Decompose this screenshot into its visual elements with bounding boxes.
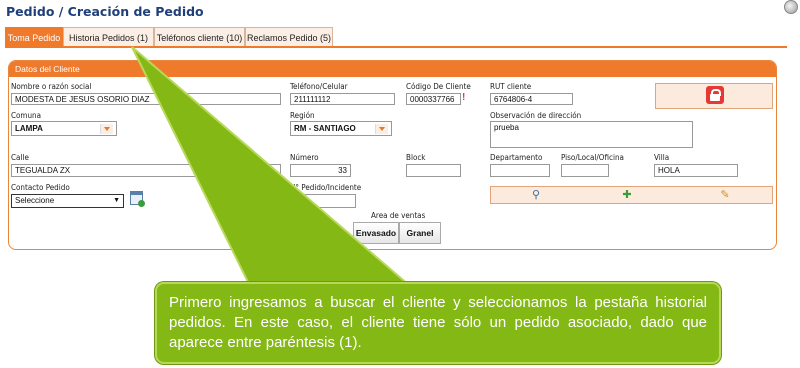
callout-box: Primero ingresamos a buscar el cliente y… [155,282,721,364]
callout-text: Primero ingresamos a buscar el cliente y… [169,294,707,351]
